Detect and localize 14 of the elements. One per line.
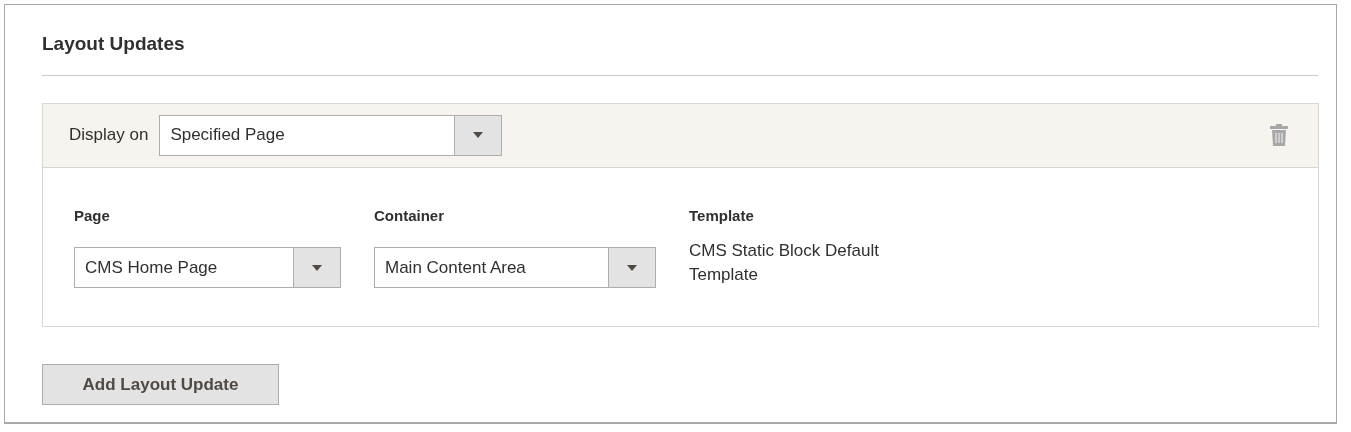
container-select[interactable]: Main Content Area — [374, 247, 656, 288]
template-text: CMS Static Block Default Template — [689, 240, 880, 286]
field-label: Display on — [69, 124, 149, 147]
field-label: Template — [689, 205, 755, 226]
field-label: Container — [374, 205, 445, 226]
page-select[interactable]: CMS Home Page — [74, 247, 341, 288]
caret-icon — [312, 264, 322, 271]
trash-icon[interactable] — [1270, 124, 1288, 146]
caret-icon — [627, 264, 637, 271]
section-title: Layout Updates — [42, 30, 1318, 76]
caret-icon — [473, 132, 484, 138]
field-label: Page — [74, 205, 111, 226]
add-layout-update-button[interactable]: Add Layout Update — [42, 364, 279, 405]
display-on-select[interactable]: Specified Page — [159, 114, 503, 156]
